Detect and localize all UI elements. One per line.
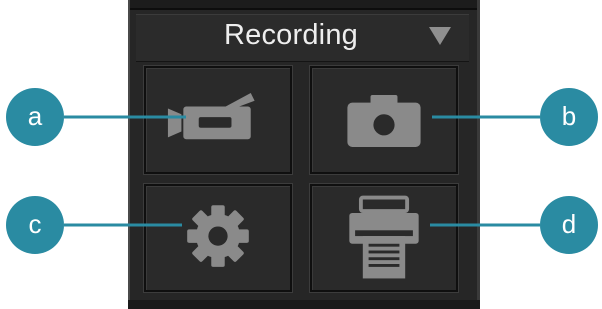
print-button[interactable] xyxy=(310,184,458,292)
panel-top-strip xyxy=(130,0,477,10)
panel-bottom-edge xyxy=(128,300,480,309)
callout-badge-b: b xyxy=(540,88,598,146)
printer-icon xyxy=(349,195,419,279)
recording-dropdown-header[interactable]: Recording xyxy=(136,14,469,62)
take-photo-button[interactable] xyxy=(310,66,458,174)
photo-camera-icon xyxy=(347,94,421,147)
record-video-button[interactable] xyxy=(144,66,292,174)
callout-badge-d: d xyxy=(540,196,598,254)
callout-badge-c: c xyxy=(6,196,64,254)
settings-button[interactable] xyxy=(144,184,292,292)
figure-stage: Recording a b c d xyxy=(0,0,602,309)
callout-badge-a: a xyxy=(6,88,64,146)
gear-icon xyxy=(187,205,249,267)
panel-title: Recording xyxy=(224,19,358,51)
video-camera-icon xyxy=(167,93,255,140)
triangle-down-icon[interactable] xyxy=(429,27,451,45)
